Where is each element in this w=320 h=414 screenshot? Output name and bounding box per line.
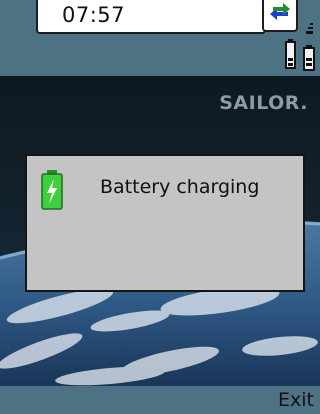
sailor-logo: SAILOR.: [219, 92, 308, 114]
battery-charging-icon: [41, 170, 63, 210]
sync-box: [262, 0, 298, 32]
time-box: 07:57: [36, 0, 266, 34]
exit-softkey[interactable]: Exit: [278, 389, 314, 411]
battery-level-icon: [285, 39, 315, 71]
status-bar: 07:57: [0, 0, 320, 76]
clock-time: 07:57: [62, 3, 126, 27]
signal-strength-icon: [306, 23, 313, 34]
softkey-bar: Exit: [0, 386, 320, 414]
sync-arrows-icon: [270, 3, 290, 20]
battery-charging-dialog: Battery charging: [25, 154, 305, 292]
dialog-message: Battery charging: [100, 176, 260, 198]
